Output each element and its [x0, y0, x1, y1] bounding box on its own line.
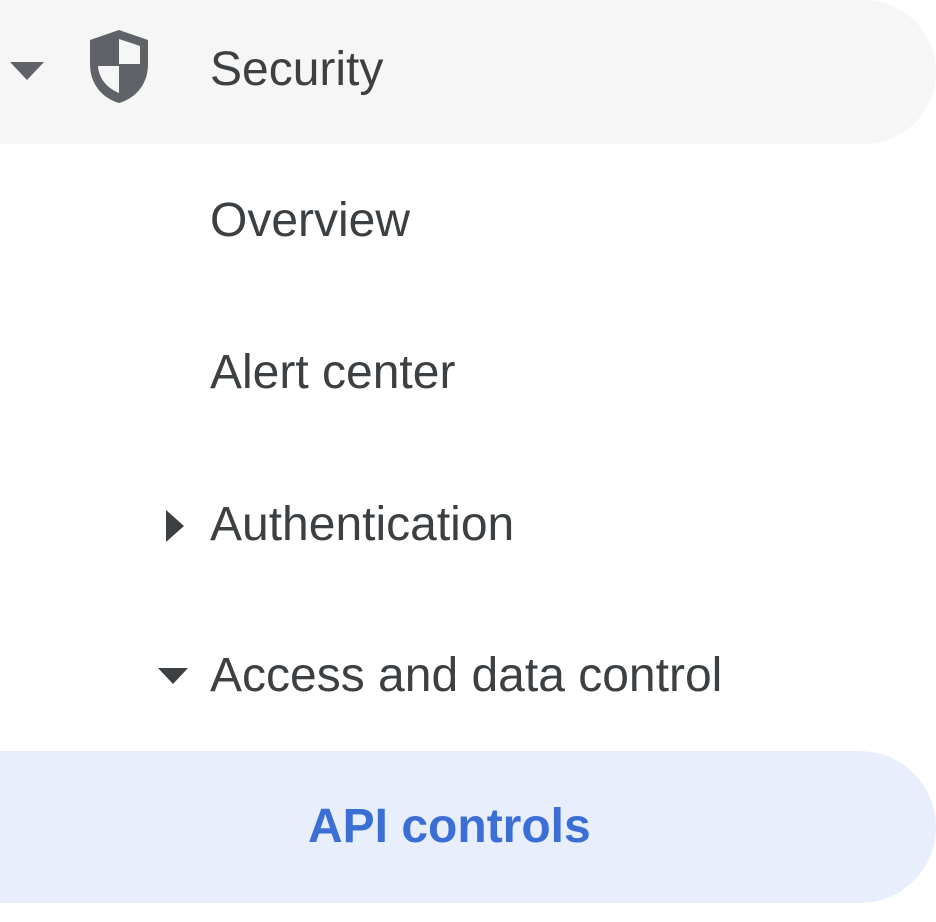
sidebar-item-security[interactable]: Security [0, 0, 936, 144]
sidebar-item-overview[interactable]: Overview [0, 146, 936, 296]
sidebar-item-api-controls[interactable]: API controls [0, 751, 936, 903]
sidebar-item-label: Authentication [210, 498, 515, 551]
sidebar-nav: Security Overview Alert center Authentic… [0, 0, 936, 922]
sidebar-item-label: Overview [210, 194, 411, 247]
sidebar-item-authentication[interactable]: Authentication [0, 450, 936, 600]
sidebar-item-access-and-data-control[interactable]: Access and data control [0, 600, 936, 750]
sidebar-item-label: Access and data control [210, 649, 723, 702]
chevron-right-icon[interactable] [166, 510, 184, 542]
shield-icon [90, 30, 148, 103]
chevron-down-icon[interactable] [10, 62, 44, 80]
sidebar-item-label: Security [210, 43, 384, 96]
sidebar-item-label: Alert center [210, 346, 456, 399]
sidebar-item-label: API controls [308, 800, 591, 853]
sidebar-item-alert-center[interactable]: Alert center [0, 298, 936, 448]
chevron-down-icon[interactable] [158, 668, 188, 684]
